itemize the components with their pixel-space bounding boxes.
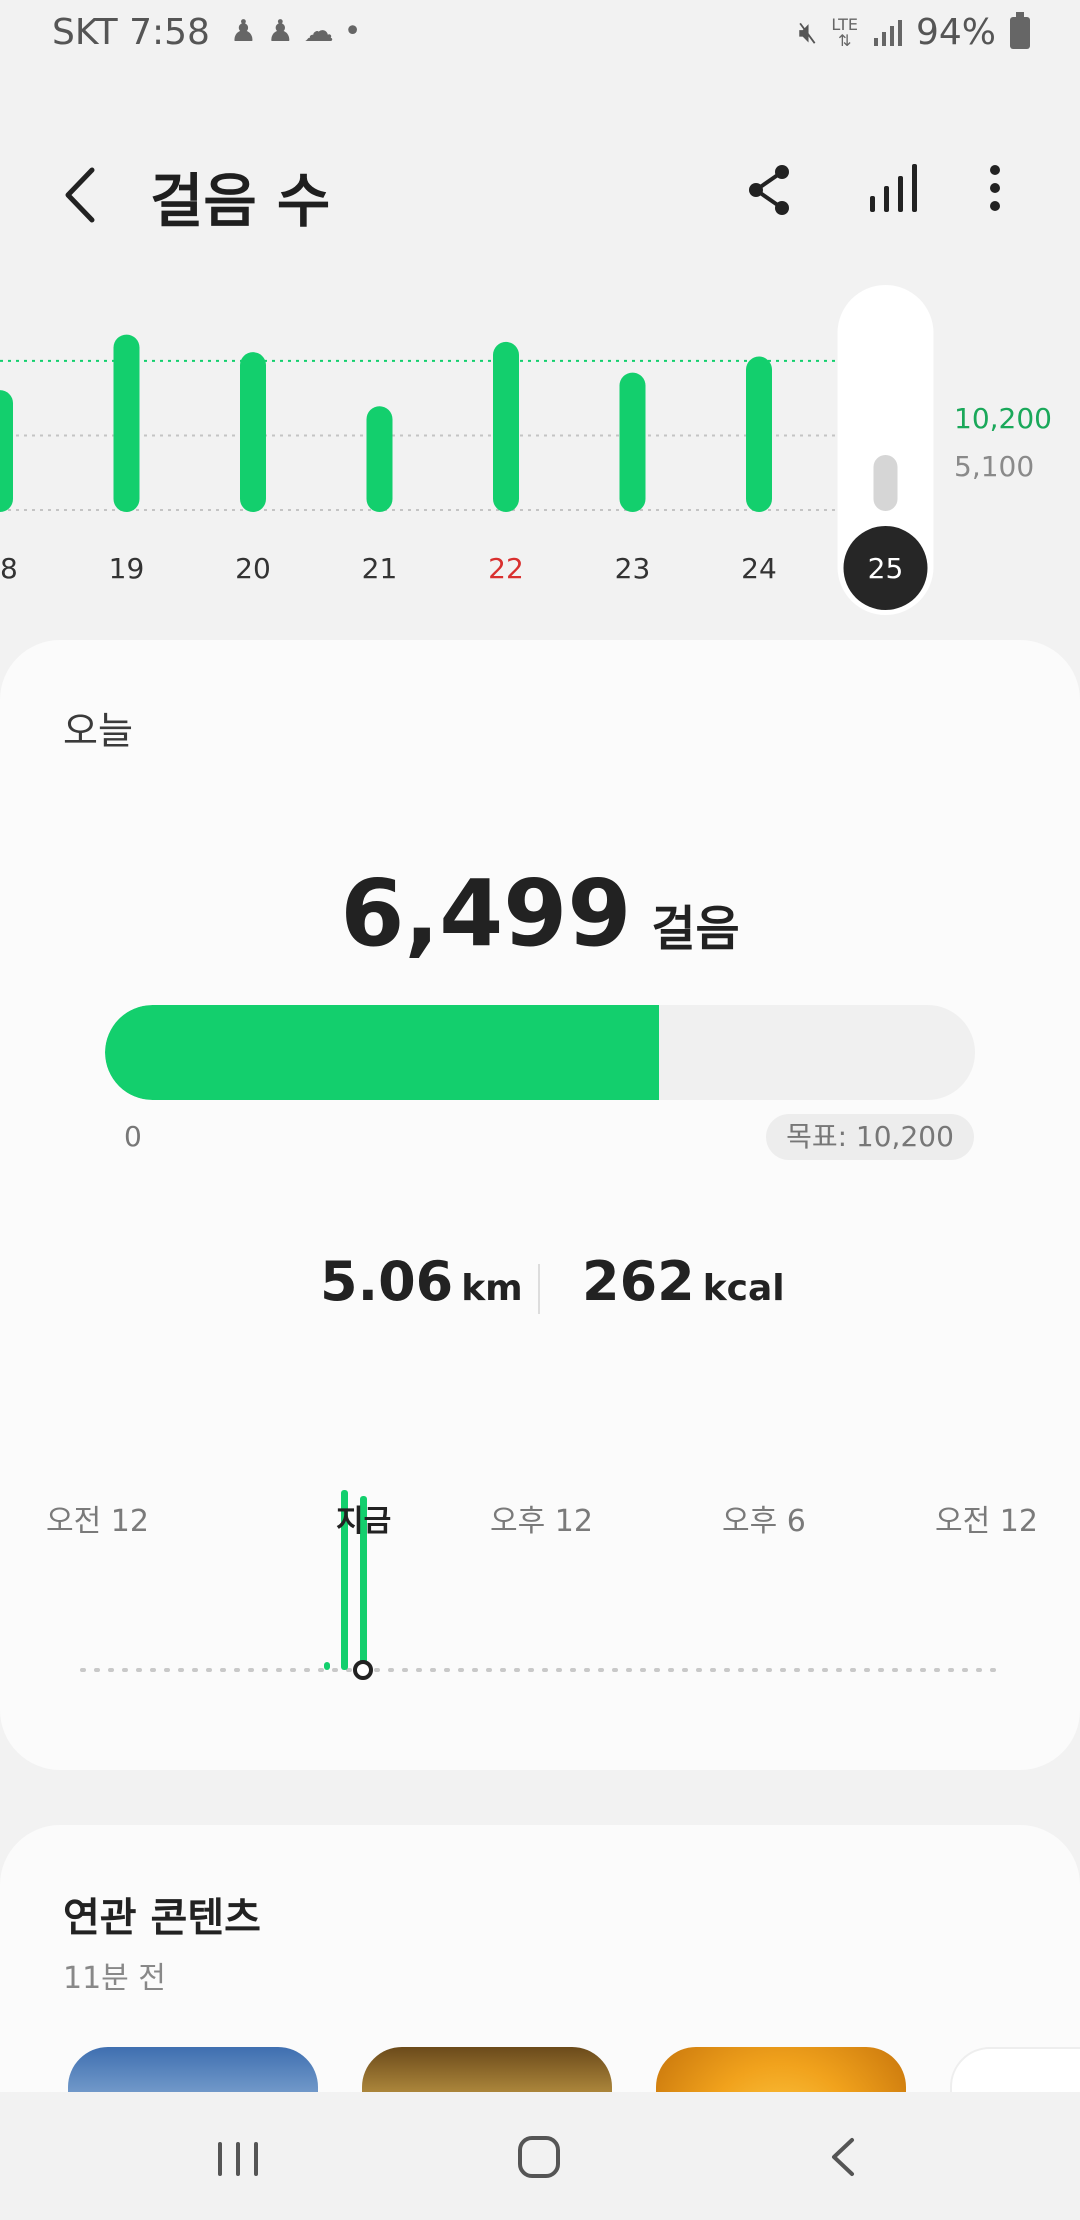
- system-nav-bar: [0, 2092, 1080, 2220]
- related-content-card: 연관 콘텐츠 11분 전: [0, 1825, 1080, 2125]
- weekly-steps-chart[interactable]: 18 19 20 21 22 23 24 25 10,200 5,100: [0, 280, 1080, 620]
- mute-icon: 🔇︎: [798, 15, 818, 50]
- day-label-20: 20: [235, 552, 271, 585]
- calories-stat: 262 kcal: [582, 1250, 785, 1313]
- day-label-18: 18: [0, 552, 18, 585]
- progress-min-label: 0: [124, 1120, 142, 1153]
- stats-row: 5.06 km 262 kcal: [0, 1250, 1080, 1330]
- goal-line-label: 10,200: [954, 402, 1052, 435]
- share-icon[interactable]: [740, 160, 800, 220]
- calories-unit: kcal: [702, 1268, 785, 1309]
- weekly-chart-svg: 18 19 20 21 22 23 24 25: [0, 285, 934, 615]
- steps-count: 6,499: [340, 860, 632, 967]
- daily-chart-svg: [80, 1490, 1002, 1680]
- status-right: 🔇︎ LTE ⇅ 94%: [798, 11, 1030, 53]
- back-button[interactable]: [56, 160, 116, 230]
- bar-day-21: [366, 406, 393, 512]
- signal-icon: [873, 19, 902, 46]
- day-label-25: 25: [868, 552, 904, 585]
- page-title: 걸음 수: [150, 167, 331, 235]
- axis-tick-6pm: 오후 6: [722, 1504, 806, 1539]
- day-label-24: 24: [741, 552, 777, 585]
- half-goal-line-label: 5,100: [954, 450, 1035, 483]
- home-button[interactable]: [510, 2132, 570, 2182]
- today-card: 오늘 6,499 걸음 0 목표: 10,200 5.06 km 262 kcal: [0, 640, 1080, 1770]
- goal-progress-fill: [105, 1005, 660, 1100]
- app-bar: 걸음 수: [0, 120, 1080, 260]
- battery-icon: [1010, 11, 1030, 49]
- more-options-icon[interactable]: [970, 158, 1020, 218]
- steps-unit: 걸음: [651, 901, 740, 957]
- bar-day-24: [746, 356, 772, 512]
- day-label-21: 21: [362, 552, 398, 585]
- goal-chip[interactable]: 목표: 10,200: [766, 1114, 974, 1160]
- axis-tick-noon: 오후 12: [490, 1504, 593, 1539]
- network-type: LTE ⇅: [831, 14, 858, 50]
- now-marker: [353, 1660, 373, 1680]
- distance-stat: 5.06 km: [320, 1250, 523, 1313]
- axis-tick-midnight-end: 오전 12: [935, 1504, 1038, 1539]
- day-label-22: 22: [488, 552, 524, 585]
- trends-icon[interactable]: [862, 158, 922, 218]
- steps-summary: 6,499 걸음: [0, 860, 1080, 967]
- axis-tick-midnight: 오전 12: [46, 1504, 149, 1539]
- calories-value: 262: [582, 1250, 695, 1313]
- day-label-19: 19: [109, 552, 145, 585]
- day-label-23: 23: [615, 552, 651, 585]
- carrier-time: SKT 7:58: [52, 12, 210, 53]
- related-content-title: 연관 콘텐츠: [63, 1895, 261, 1941]
- stats-divider: [538, 1264, 540, 1314]
- status-bar: SKT 7:58 ♟♟☁• 🔇︎ LTE ⇅ 94%: [0, 0, 1080, 70]
- distance-unit: km: [461, 1268, 523, 1309]
- bar-day-20: [240, 352, 266, 512]
- axis-tick-now: 지금: [336, 1504, 392, 1539]
- recents-button[interactable]: [210, 2134, 270, 2184]
- bar-day-25: [873, 455, 898, 511]
- goal-progress-bar: [105, 1005, 975, 1100]
- bar-day-19: [113, 334, 140, 512]
- battery-percent: 94%: [915, 12, 996, 53]
- steps-screen: SKT 7:58 ♟♟☁• 🔇︎ LTE ⇅ 94% 걸음 수 8 19 20 …: [0, 0, 1080, 2220]
- distance-value: 5.06: [320, 1250, 454, 1313]
- notification-icons: ♟♟☁•: [230, 14, 372, 49]
- bar-day-22: [493, 341, 519, 512]
- daily-activity-chart: [40, 1430, 1040, 1710]
- bar-day-18: [0, 390, 13, 512]
- nav-back-button[interactable]: [820, 2132, 870, 2182]
- today-label: 오늘: [63, 709, 133, 753]
- activity-bar-small: [324, 1662, 330, 1670]
- bar-day-23: [619, 372, 646, 512]
- related-content-time: 11분 전: [63, 1961, 166, 1996]
